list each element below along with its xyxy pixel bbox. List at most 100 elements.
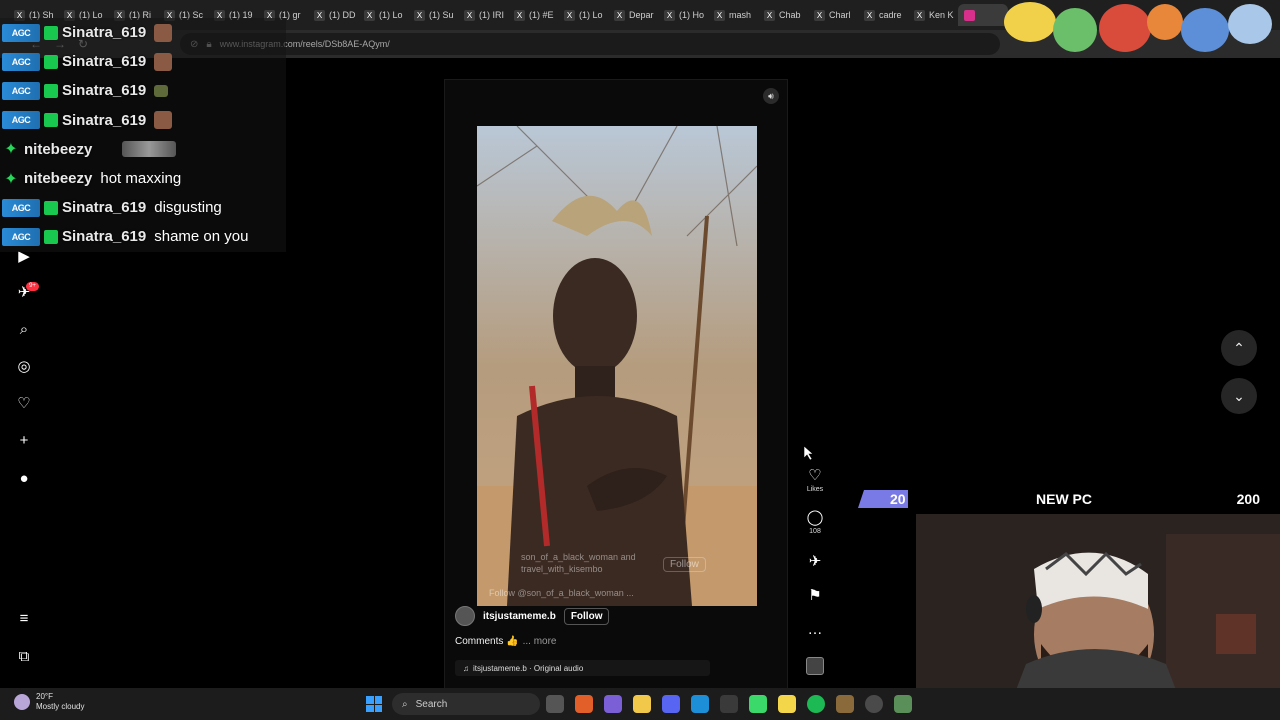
- spotify-icon[interactable]: [807, 695, 825, 713]
- browser-tab[interactable]: X (1) DD: [308, 4, 358, 26]
- firefox-icon[interactable]: [575, 695, 593, 713]
- browser-tab[interactable]: X (1) #E: [508, 4, 558, 26]
- stream-chat: AGC Sinatra_619 AGC Sinatra_619 AGC Sinatra_6…: [0, 18, 286, 252]
- windows-start-icon[interactable]: [366, 696, 382, 712]
- chat-message: ✦ nitebeezy: [0, 134, 286, 164]
- chat-username[interactable]: Sinatra_619: [62, 53, 146, 70]
- like-action[interactable]: ♡ Likes: [800, 468, 830, 494]
- share-action[interactable]: ✈: [800, 554, 830, 570]
- browser-tab[interactable]: X Ken K: [908, 4, 958, 26]
- browser-tab[interactable]: X Chab: [758, 4, 808, 26]
- webcam-feed: [916, 514, 1280, 690]
- chevron-up-icon: ⌃: [1233, 339, 1245, 356]
- url-field[interactable]: ⊘ 🔒︎ www.instagram.com/reels/DSb8AE-AQym…: [180, 33, 1000, 55]
- chat-username[interactable]: Sinatra_619: [62, 199, 146, 216]
- copilot-icon[interactable]: [604, 695, 622, 713]
- chrome-icon[interactable]: [865, 695, 883, 713]
- browser-tab[interactable]: Xcadre: [858, 4, 908, 26]
- comment-icon[interactable]: ◯: [807, 510, 824, 526]
- likes-label: Likes: [806, 486, 824, 493]
- share-icon[interactable]: ✈: [809, 554, 822, 570]
- chat-message: AGC Sinatra_619: [0, 47, 286, 77]
- heart-icon[interactable]: ♡: [14, 393, 34, 413]
- chat-emote: [154, 111, 173, 130]
- browser-tab[interactable]: X (1) Su: [408, 4, 458, 26]
- notes-icon[interactable]: [778, 695, 796, 713]
- apps-icon[interactable]: ⧉: [14, 646, 34, 666]
- search-icon[interactable]: ⌕: [14, 319, 34, 339]
- edge-icon[interactable]: [691, 695, 709, 713]
- more-link[interactable]: ... more: [523, 636, 557, 647]
- tab-favicon-icon: X: [664, 9, 675, 21]
- tray-app-icon[interactable]: [894, 695, 912, 713]
- browser-tab[interactable]: X (1) Ho: [658, 4, 708, 26]
- mouse-cursor: [804, 446, 814, 460]
- volume-icon[interactable]: 🔊︎: [763, 88, 779, 104]
- more-action[interactable]: …: [800, 622, 830, 638]
- chat-username[interactable]: nitebeezy: [24, 170, 92, 187]
- chevron-down-icon: ⌄: [1233, 387, 1245, 404]
- tab-favicon-icon: X: [514, 9, 525, 21]
- discord-icon[interactable]: [662, 695, 680, 713]
- gift-sub-icon: [44, 54, 58, 69]
- tab-label: (1) Lo: [579, 10, 603, 20]
- heart-outline-icon[interactable]: ♡: [808, 468, 821, 484]
- task-view-icon[interactable]: [546, 695, 564, 713]
- weather-temp: 20°F: [36, 692, 53, 701]
- weather-widget[interactable]: 20°F Mostly cloudy: [14, 692, 84, 712]
- tab-favicon-icon: X: [764, 9, 775, 21]
- browser-tab[interactable]: X (1) IRI: [458, 4, 508, 26]
- weather-desc: Mostly cloudy: [36, 702, 85, 711]
- profile-avatar-icon[interactable]: ●: [14, 468, 34, 488]
- chat-message: AGC Sinatra_619 disgusting: [0, 193, 286, 223]
- owner-avatar[interactable]: [455, 606, 475, 626]
- store-icon[interactable]: [720, 695, 738, 713]
- tab-label: Charl: [829, 10, 851, 20]
- owner-username[interactable]: itsjustameme.b: [483, 611, 556, 622]
- app-icon[interactable]: [836, 695, 854, 713]
- chat-emote: [154, 52, 173, 71]
- audio-pill[interactable]: ♫ itsjustameme.b · Original audio: [455, 660, 710, 676]
- video-credit-line2: travel_with_kisembo: [521, 564, 603, 574]
- tab-label: Depar: [629, 10, 654, 20]
- bookmark-icon[interactable]: ⚑: [808, 588, 821, 604]
- gift-sub-icon: [44, 200, 58, 215]
- kick-icon[interactable]: [749, 695, 767, 713]
- file-explorer-icon[interactable]: [633, 695, 651, 713]
- chat-username[interactable]: Sinatra_619: [62, 112, 146, 129]
- follow-button[interactable]: Follow: [563, 607, 610, 625]
- reel-video[interactable]: son_of_a_black_woman and travel_with_kis…: [477, 126, 757, 606]
- taskbar-search[interactable]: ⌕ Search: [392, 693, 540, 715]
- browser-tab[interactable]: X Charl: [808, 4, 858, 26]
- tab-favicon-icon: X: [814, 9, 825, 21]
- previous-reel-button[interactable]: ⌃: [1221, 330, 1257, 366]
- chat-message: AGC Sinatra_619: [0, 76, 286, 106]
- tab-label: (1) Su: [429, 10, 454, 20]
- browser-tab[interactable]: X (1) Lo: [358, 4, 408, 26]
- comment-action[interactable]: ◯ 108: [800, 510, 830, 536]
- tab-label: (1) IRI: [479, 10, 505, 20]
- create-icon[interactable]: +: [14, 430, 34, 450]
- chat-username[interactable]: Sinatra_619: [62, 24, 146, 41]
- chat-username[interactable]: Sinatra_619: [62, 228, 146, 245]
- video-credit-line1: son_of_a_black_woman and: [521, 552, 636, 562]
- chat-username[interactable]: Sinatra_619: [62, 82, 146, 99]
- explore-icon[interactable]: ◎: [14, 356, 34, 376]
- browser-tab[interactable]: Xmash: [708, 4, 758, 26]
- tab-label: (1) Lo: [379, 10, 403, 20]
- audio-thumb-action[interactable]: [800, 657, 830, 675]
- sparkle-badge-icon: ✦: [4, 141, 18, 159]
- next-reel-button[interactable]: ⌄: [1221, 378, 1257, 414]
- chat-user-badge: AGC: [2, 198, 40, 217]
- search-icon: ⌕: [402, 698, 408, 710]
- save-action[interactable]: ⚑: [800, 588, 830, 604]
- chat-username[interactable]: nitebeezy: [24, 141, 92, 158]
- caption-text: Comments 👍: [455, 636, 519, 647]
- browser-tab[interactable]: X Depar: [608, 4, 658, 26]
- audio-thumbnail[interactable]: [806, 657, 824, 675]
- reel-card: 🔊︎ son_of_a_black_woman and travel_with_…: [444, 79, 788, 689]
- browser-tab[interactable]: X (1) Lo: [558, 4, 608, 26]
- notification-badge: 9+: [26, 282, 39, 291]
- more-options-icon[interactable]: …: [808, 622, 823, 638]
- menu-icon[interactable]: ≡: [14, 608, 34, 628]
